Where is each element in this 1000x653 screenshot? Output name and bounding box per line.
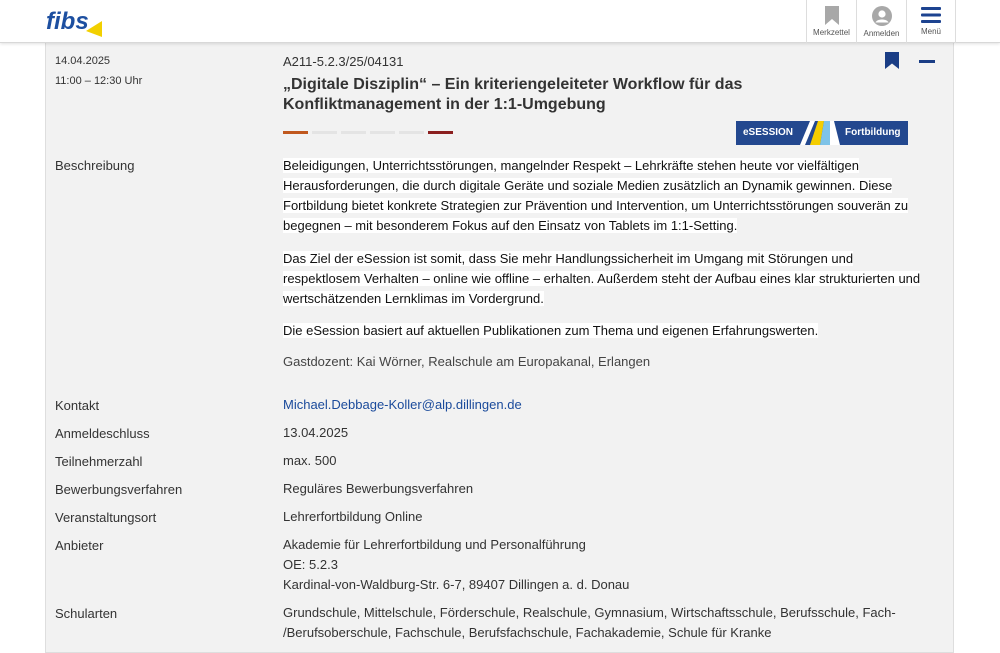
anbieter-line-1: Akademie für Lehrerfortbildung und Perso…: [283, 537, 586, 552]
description-paragraph-2: Das Ziel der eSession ist somit, dass Si…: [283, 251, 921, 306]
category-bar: [399, 131, 424, 134]
badge-esession-text: eSESSION: [743, 127, 794, 138]
category-bar: [428, 131, 453, 134]
guest-lecturer: Gastdozent: Kai Wörner, Realschule am Eu…: [283, 354, 651, 369]
category-bar: [370, 131, 395, 134]
kontakt-label: Kontakt: [55, 398, 100, 413]
anmeldeschluss-value: 13.04.2025: [283, 425, 349, 440]
anmeldeschluss-label: Anmeldeschluss: [55, 426, 150, 441]
event-code: A211-5.2.3/25/04131: [283, 54, 404, 69]
kontakt-value: Michael.Debbage-Koller@alp.dillingen.de: [283, 395, 933, 415]
beschreibung-label: Beschreibung: [55, 158, 135, 173]
badge-fortbildung-text: Fortbildung: [845, 127, 901, 138]
site-header: fibs Merkzettel Anmelden Menü: [0, 0, 1000, 43]
schularten-label: Schularten: [55, 606, 118, 621]
bewerbungsverfahren-label: Bewerbungsverfahren: [55, 482, 183, 497]
teilnehmerzahl-label: Teilnehmerzahl: [55, 454, 143, 469]
anbieter-line-2: OE: 5.2.3: [283, 557, 338, 572]
merkzettel-label: Merkzettel: [813, 28, 850, 37]
menu-button[interactable]: Menü: [906, 0, 956, 43]
event-date: 14.04.2025: [55, 55, 111, 67]
schularten-line-1: Grundschule, Mittelschule, Förderschule,…: [283, 605, 896, 620]
collapse-icon[interactable]: [919, 60, 935, 63]
category-bar: [283, 131, 308, 134]
veranstaltungsort-value: Lehrerfortbildung Online: [283, 509, 423, 524]
category-bar: [312, 131, 337, 134]
description-paragraph-1: Beleidigungen, Unterrichtsstörungen, man…: [283, 158, 909, 233]
badge-stripes-icon: [800, 121, 840, 145]
menu-label: Menü: [920, 27, 941, 36]
merkzettel-button[interactable]: Merkzettel: [806, 0, 856, 43]
anbieter-line-3: Kardinal-von-Waldburg-Str. 6-7, 89407 Di…: [283, 577, 630, 592]
fibs-logo[interactable]: fibs: [46, 7, 104, 37]
hamburger-icon: [921, 7, 941, 23]
anmelden-button[interactable]: Anmelden: [856, 0, 906, 43]
description-paragraph-3: Die eSession basiert auf aktuellen Publi…: [283, 323, 819, 338]
category-bars: [283, 131, 453, 134]
category-bar: [341, 131, 366, 134]
logo-text: fibs: [46, 8, 89, 35]
contact-email-link[interactable]: Michael.Debbage-Koller@alp.dillingen.de: [283, 397, 522, 412]
esession-badge: eSESSION Fortbildung: [736, 121, 908, 145]
event-time: 11:00 – 12:30 Uhr: [55, 75, 143, 87]
bookmark-add-icon[interactable]: [885, 52, 899, 69]
anbieter-label: Anbieter: [55, 538, 104, 553]
bookmark-icon: [824, 6, 839, 25]
user-icon: [871, 6, 892, 26]
bewerbungsverfahren-value: Reguläres Bewerbungsverfahren: [283, 481, 474, 496]
anmelden-label: Anmelden: [863, 29, 900, 38]
schularten-line-2: /Berufsoberschule, Fachschule, Berufsfac…: [283, 625, 772, 640]
teilnehmerzahl-value: max. 500: [283, 453, 337, 468]
event-title: „Digitale Disziplin“ – Ein kriteriengele…: [283, 76, 743, 113]
veranstaltungsort-label: Veranstaltungsort: [55, 510, 157, 525]
